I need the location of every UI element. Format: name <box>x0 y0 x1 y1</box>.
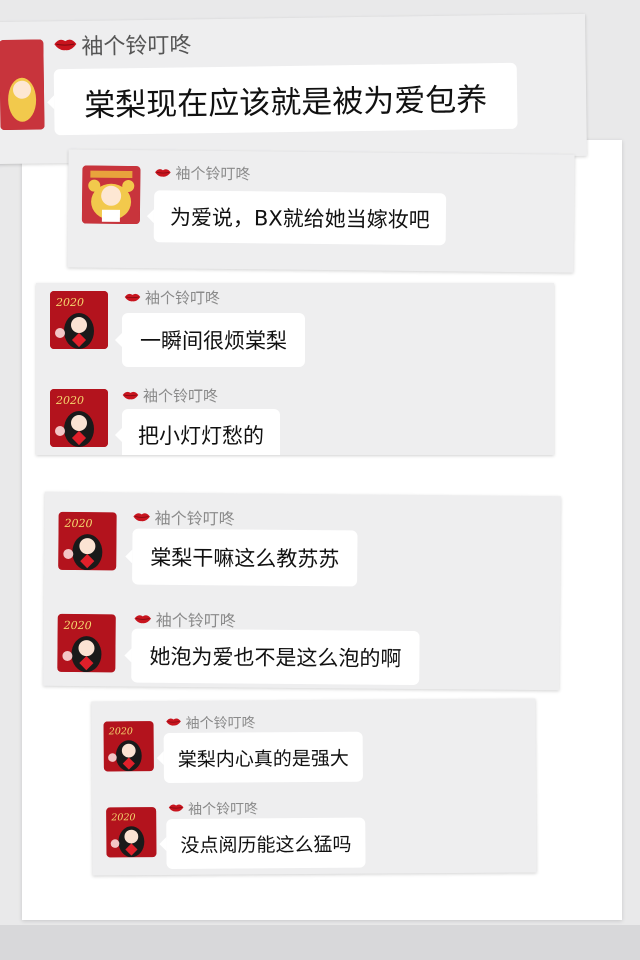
girl-2020-avatar[interactable]: 2020 <box>50 291 108 349</box>
lips-icon <box>134 609 152 628</box>
sender-name-text: 袖个铃叮咚 <box>175 164 251 184</box>
girl-2020-avatar-icon: 2020 <box>57 613 116 673</box>
sender-name: 袖个铃叮咚 <box>124 287 220 308</box>
sailor-moon-avatar[interactable] <box>0 39 45 131</box>
girl-2020-avatar-icon: 2020 <box>50 291 108 349</box>
sailor-moon-avatar-icon <box>0 39 45 131</box>
lips-icon <box>122 387 139 405</box>
message-bubble[interactable]: 把小灯灯愁的 <box>115 409 280 455</box>
message-bubble[interactable]: 棠梨干嘛这么教苏苏 <box>132 528 358 587</box>
lips-icon <box>165 715 181 731</box>
chat-screenshot-4: 2020 袖个铃叮咚 棠梨干嘛这么教苏苏 2020 袖个铃叮咚 她泡为爱也不是这… <box>43 491 561 691</box>
sender-name: 袖个铃叮咚 <box>122 385 218 406</box>
message-bubble[interactable]: 棠梨现在应该就是被为爱包养 <box>53 62 518 136</box>
girl-2020-avatar[interactable]: 2020 <box>50 389 108 447</box>
sender-name: 袖个铃叮咚 <box>53 27 192 61</box>
sender-name-text: 袖个铃叮咚 <box>155 610 236 631</box>
svg-text:2020: 2020 <box>55 394 84 407</box>
girl-2020-avatar-icon: 2020 <box>103 721 154 772</box>
girl-2020-avatar[interactable]: 2020 <box>106 807 157 858</box>
sender-name-text: 袖个铃叮咚 <box>185 715 256 732</box>
lips-icon <box>154 164 171 182</box>
lips-icon <box>124 289 141 307</box>
sender-name: 袖个铃叮咚 <box>168 798 258 819</box>
chat-screenshot-1: 袖个铃叮咚 棠梨现在应该就是被为爱包养 <box>0 13 587 165</box>
svg-text:2020: 2020 <box>110 812 135 823</box>
sender-name-text: 袖个铃叮咚 <box>154 508 235 529</box>
sender-name-text: 袖个铃叮咚 <box>145 289 221 307</box>
message-bubble[interactable]: 棠梨内心真的是强大 <box>163 731 363 784</box>
girl-2020-avatar[interactable]: 2020 <box>103 721 154 772</box>
svg-text:2020: 2020 <box>55 296 84 309</box>
message-bubble[interactable]: 没点阅历能这么猛吗 <box>166 817 366 870</box>
message-bubble[interactable]: 为爱说，BX就给她当嫁妆吧 <box>153 190 446 246</box>
sender-name: 袖个铃叮咚 <box>154 162 250 184</box>
lips-icon <box>133 507 151 526</box>
lips-icon <box>53 32 77 57</box>
message-bubble[interactable]: 她泡为爱也不是这么泡的啊 <box>131 628 420 686</box>
sender-name-text: 袖个铃叮咚 <box>188 801 259 818</box>
svg-text:2020: 2020 <box>108 726 133 737</box>
lips-icon <box>168 801 184 817</box>
girl-2020-avatar[interactable]: 2020 <box>58 511 117 571</box>
girl-2020-avatar-icon: 2020 <box>58 511 117 571</box>
chat-screenshot-2: 袖个铃叮咚 为爱说，BX就给她当嫁妆吧 <box>67 149 575 273</box>
girl-2020-avatar-icon: 2020 <box>106 807 157 858</box>
chat-screenshot-3: 2020 袖个铃叮咚 一瞬间很烦棠梨 2020 袖个铃叮咚 把小灯灯愁的 <box>36 283 554 455</box>
chat-message: 袖个铃叮咚 棠梨现在应该就是被为爱包养 <box>0 14 587 164</box>
message-bubble[interactable]: 一瞬间很烦棠梨 <box>115 313 305 367</box>
chat-screenshot-5: 2020 袖个铃叮咚 棠梨内心真的是强大 2020 袖个铃叮咚 没点阅历能这么猛… <box>91 698 537 876</box>
sender-name-text: 袖个铃叮咚 <box>81 33 192 60</box>
girl-2020-avatar-icon: 2020 <box>50 389 108 447</box>
sender-name: 袖个铃叮咚 <box>165 712 256 733</box>
bottom-shadow <box>0 925 640 960</box>
svg-text:2020: 2020 <box>64 517 93 530</box>
girl-2020-avatar[interactable]: 2020 <box>57 613 116 673</box>
sender-name: 袖个铃叮咚 <box>133 505 235 530</box>
sailor-moon-avatar[interactable] <box>81 165 141 225</box>
sender-name-text: 袖个铃叮咚 <box>143 387 219 405</box>
svg-text:2020: 2020 <box>63 619 92 632</box>
sailor-moon-avatar-icon <box>81 165 141 225</box>
